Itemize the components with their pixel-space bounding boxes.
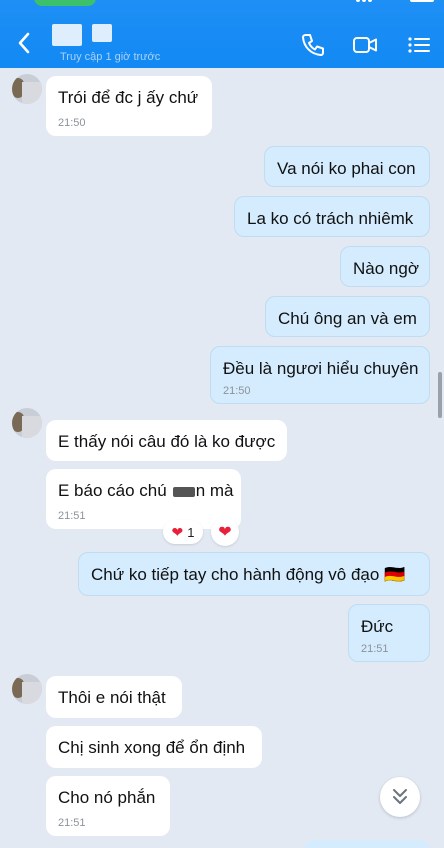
message-text: Chị sinh xong để ổn định (58, 738, 246, 757)
message-time: 21:50 (223, 385, 251, 397)
video-call-icon[interactable] (352, 32, 378, 58)
contact-name-redacted[interactable] (52, 24, 122, 46)
status-indicator (34, 0, 96, 6)
message-outgoing[interactable]: Nào ngờ (340, 246, 430, 287)
message-incoming[interactable]: E báo cáo chú n mà 21:51 (46, 469, 241, 529)
reaction-count-badge[interactable]: ❤ 1 (163, 520, 203, 544)
message-text: Chứ ko tiếp tay cho hành động vô đạo 🇩🇪 (91, 565, 406, 584)
react-button[interactable]: ❤ (211, 518, 239, 546)
avatar[interactable] (12, 674, 42, 704)
scroll-to-bottom-button[interactable] (380, 777, 420, 817)
back-arrow-icon[interactable] (14, 30, 36, 56)
scrollbar[interactable] (438, 372, 442, 418)
message-incoming[interactable]: Chị sinh xong để ổn định (46, 726, 262, 768)
message-text: Nào ngờ (353, 259, 419, 278)
phone-icon[interactable] (300, 32, 326, 58)
message-text: Đều là ngươi hiểu chuyên (223, 359, 419, 378)
status-bar-icons (356, 0, 436, 4)
message-text: Cho nó phắn (58, 788, 156, 807)
message-text: Va nói ko phai con (277, 159, 416, 178)
message-list[interactable]: Trói để đc j ấy chứ 21:50 Va nói ko phai… (0, 68, 444, 848)
message-outgoing[interactable]: Chứ ko tiếp tay cho hành động vô đạo 🇩🇪 (78, 552, 430, 596)
message-outgoing[interactable]: Đức 21:51 (348, 604, 430, 662)
avatar[interactable] (12, 74, 42, 104)
heart-icon: ❤ (171, 523, 184, 540)
message-text: La ko có trách nhiêmk (247, 209, 414, 228)
message-text: Chú ông an và em (278, 309, 417, 328)
last-seen-text: Truy cập 1 giờ trước (60, 51, 161, 63)
message-time: 21:51 (58, 510, 86, 522)
message-text: Trói để đc j ấy chứ (58, 88, 199, 107)
menu-list-icon[interactable] (406, 32, 432, 58)
message-outgoing[interactable]: Chú ông an và em (265, 296, 430, 337)
message-text: Thôi e nói thật (58, 688, 166, 707)
heart-icon: ❤ (218, 524, 232, 541)
message-time: 21:51 (58, 817, 86, 829)
message-text: Đức (361, 617, 394, 636)
chat-header: Truy cập 1 giờ trước (0, 0, 444, 68)
message-text: E thấy nói câu đó là ko được (58, 432, 276, 451)
message-incoming[interactable]: Trói để đc j ấy chứ 21:50 (46, 76, 212, 136)
avatar[interactable] (12, 408, 42, 438)
message-incoming[interactable]: Cho nó phắn 21:51 (46, 776, 170, 836)
message-text: n mà (195, 481, 234, 500)
redacted-name (172, 486, 195, 497)
message-outgoing[interactable]: Đều là ngươi hiểu chuyên 21:50 (210, 346, 430, 404)
message-outgoing-partial[interactable] (304, 840, 430, 848)
message-time: 21:50 (58, 117, 86, 129)
message-text: E báo cáo chú (58, 481, 167, 500)
message-time: 21:51 (361, 643, 389, 655)
message-incoming[interactable]: Thôi e nói thật (46, 676, 182, 718)
reaction-count: 1 (187, 524, 195, 540)
message-incoming[interactable]: E thấy nói câu đó là ko được (46, 420, 287, 461)
message-outgoing[interactable]: La ko có trách nhiêmk (234, 196, 430, 237)
message-outgoing[interactable]: Va nói ko phai con (264, 146, 430, 187)
double-chevron-down-icon (393, 789, 407, 804)
